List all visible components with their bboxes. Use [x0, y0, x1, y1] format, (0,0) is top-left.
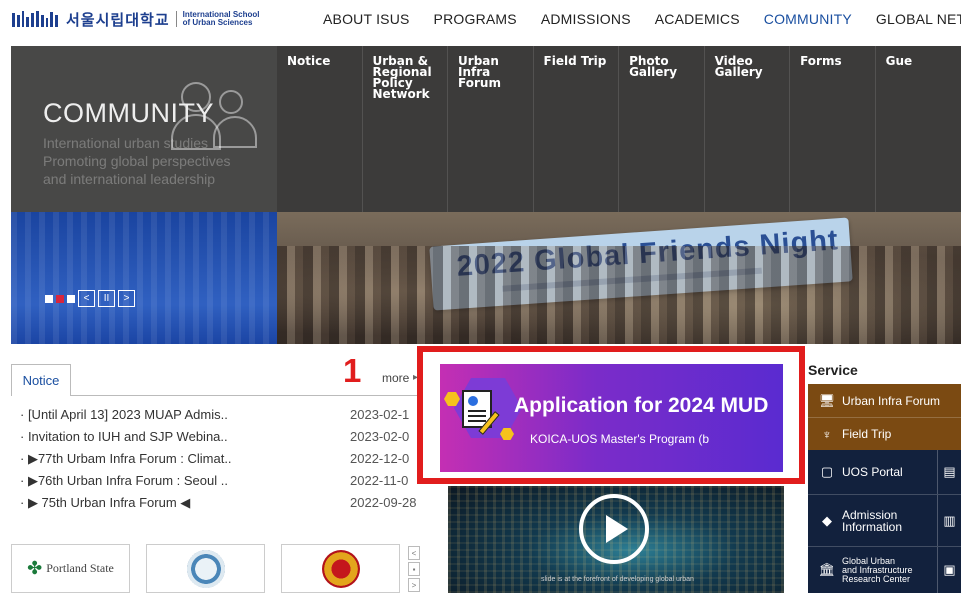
- partner-seal-gold[interactable]: [281, 544, 400, 593]
- notice-list: · [Until April 13] 2023 MUAP Admis.. 2023…: [20, 407, 430, 517]
- service-research-center[interactable]: 🏛 Global Urban and Infrastructure Resear…: [808, 546, 961, 593]
- play-icon: [606, 515, 628, 543]
- partner-pause-button[interactable]: ▪: [408, 562, 420, 576]
- nav-about-isus[interactable]: ABOUT ISUS: [323, 11, 410, 27]
- top-navigation-bar: 서울시립대학교 International School of Urban Sc…: [0, 0, 961, 38]
- portland-name: Portland State: [46, 561, 114, 575]
- partner-logos: ✤ Portland State: [11, 544, 400, 593]
- clipboard-icon[interactable]: ▤: [937, 450, 961, 494]
- nav-academics[interactable]: ACADEMICS: [655, 11, 740, 27]
- notice-title[interactable]: · [Until April 13] 2023 MUAP Admis..: [20, 407, 228, 429]
- slide-dot-active[interactable]: [56, 294, 64, 303]
- notice-more-link[interactable]: more: [382, 371, 409, 385]
- service-title: Service: [808, 362, 858, 378]
- university-seal-icon: [321, 549, 360, 588]
- page: 서울시립대학교 International School of Urban Sc…: [0, 0, 961, 593]
- submenu-field-trip[interactable]: Field Trip: [534, 46, 620, 212]
- application-subtitle: KOICA-UOS Master's Program (b: [530, 432, 709, 446]
- car-icon[interactable]: ▣: [937, 547, 961, 593]
- crowd-photo: [277, 246, 961, 344]
- book-icon[interactable]: ▥: [937, 495, 961, 546]
- main-nav: ABOUT ISUS PROGRAMS ADMISSIONS ACADEMICS…: [323, 0, 961, 38]
- partner-scroll-controls: < ▪ >: [408, 546, 420, 592]
- university-logo[interactable]: 서울시립대학교 International School of Urban Sc…: [12, 8, 260, 30]
- partner-prev-button[interactable]: <: [408, 546, 420, 560]
- submenu-photo-gallery[interactable]: Photo Gallery: [619, 46, 705, 212]
- building-icon: 🏛: [818, 562, 836, 577]
- slider-next-button[interactable]: >: [118, 290, 135, 307]
- list-item[interactable]: · [Until April 13] 2023 MUAP Admis.. 2023…: [20, 407, 430, 429]
- submenu-urban-regional-policy-network[interactable]: Urban & Regional Policy Network: [363, 46, 449, 212]
- logo-divider: [175, 11, 177, 27]
- city-graphic: [11, 212, 277, 344]
- slider-controls: < II >: [45, 290, 135, 307]
- university-seal-icon: [186, 549, 225, 588]
- community-title: COMMUNITY: [43, 98, 214, 128]
- nav-global-network[interactable]: GLOBAL NETW: [876, 11, 961, 27]
- slide-dot[interactable]: [67, 294, 75, 303]
- application-title: Application for 2024 MUD: [514, 394, 769, 417]
- notice-date: 2022-09-28: [350, 495, 417, 510]
- nav-admissions[interactable]: ADMISSIONS: [541, 11, 631, 27]
- monitor-icon: 🖥: [818, 392, 836, 408]
- partner-portland-state[interactable]: ✤ Portland State: [11, 544, 130, 593]
- notice-title[interactable]: · ▶77th Urbam Infra Forum : Climat..: [20, 451, 232, 473]
- submenu-notice[interactable]: Notice: [277, 46, 363, 212]
- application-banner[interactable]: Application for 2024 MUD KOICA-UOS Maste…: [440, 364, 783, 472]
- logo-mark-icon: [12, 11, 58, 27]
- submenu-guest[interactable]: Gue: [876, 46, 961, 212]
- notice-title[interactable]: · ▶76th Urban Infra Forum : Seoul ..: [20, 473, 228, 495]
- submenu-urban-infra-forum[interactable]: Urban Infra Forum: [448, 46, 534, 212]
- slide-dot[interactable]: [45, 294, 53, 303]
- video-caption: slide is at the forefront of developing …: [541, 576, 694, 583]
- community-submenu: Notice Urban & Regional Policy Network U…: [277, 46, 961, 212]
- list-item[interactable]: · ▶ 75th Urban Infra Forum ◀ 2022-09-28: [20, 495, 430, 517]
- hero-section: 2022 Global Friends Night COMMUNITY Inte…: [11, 46, 961, 344]
- list-item[interactable]: · ▶77th Urbam Infra Forum : Climat.. 2022…: [20, 451, 430, 473]
- clover-icon: ✤: [27, 558, 43, 578]
- plant-icon: ♆: [822, 426, 832, 442]
- tab-notice[interactable]: Notice: [11, 364, 71, 396]
- partner-seal-blue[interactable]: [146, 544, 265, 593]
- logo-english-name: International School of Urban Sciences: [182, 10, 260, 27]
- logo-korean-name: 서울시립대학교: [66, 11, 170, 29]
- community-panel: COMMUNITY International urban studies Pr…: [11, 46, 277, 212]
- submenu-forms[interactable]: Forms: [790, 46, 876, 212]
- service-field-trip[interactable]: ♆ Field Trip: [808, 417, 961, 450]
- play-button[interactable]: [579, 494, 649, 564]
- annotation-number: 1: [343, 352, 362, 389]
- diamond-icon: ◆: [822, 512, 832, 528]
- submenu-video-gallery[interactable]: Video Gallery: [705, 46, 791, 212]
- service-uos-portal[interactable]: ▢ UOS Portal ▤: [808, 450, 961, 494]
- slider-pause-button[interactable]: II: [98, 290, 115, 307]
- nav-community[interactable]: COMMUNITY: [764, 11, 852, 27]
- list-item[interactable]: · ▶76th Urban Infra Forum : Seoul .. 2022…: [20, 473, 430, 495]
- promo-video[interactable]: slide is at the forefront of developing …: [448, 486, 784, 593]
- list-item[interactable]: · Invitation to IUH and SJP Webina.. 2023…: [20, 429, 430, 451]
- notice-title[interactable]: · Invitation to IUH and SJP Webina..: [20, 429, 228, 451]
- service-urban-infra-forum[interactable]: 🖥 Urban Infra Forum: [808, 384, 961, 417]
- portal-icon: ▢: [820, 464, 834, 479]
- notice-divider: [71, 395, 421, 396]
- community-description: International urban studies Promoting gl…: [43, 135, 231, 187]
- partner-next-button[interactable]: >: [408, 578, 420, 592]
- notice-title[interactable]: · ▶ 75th Urban Infra Forum ◀: [20, 495, 190, 517]
- nav-programs[interactable]: PROGRAMS: [434, 11, 517, 27]
- service-admission-information[interactable]: ◆ Admission Information ▥: [808, 494, 961, 546]
- slider-prev-button[interactable]: <: [78, 290, 95, 307]
